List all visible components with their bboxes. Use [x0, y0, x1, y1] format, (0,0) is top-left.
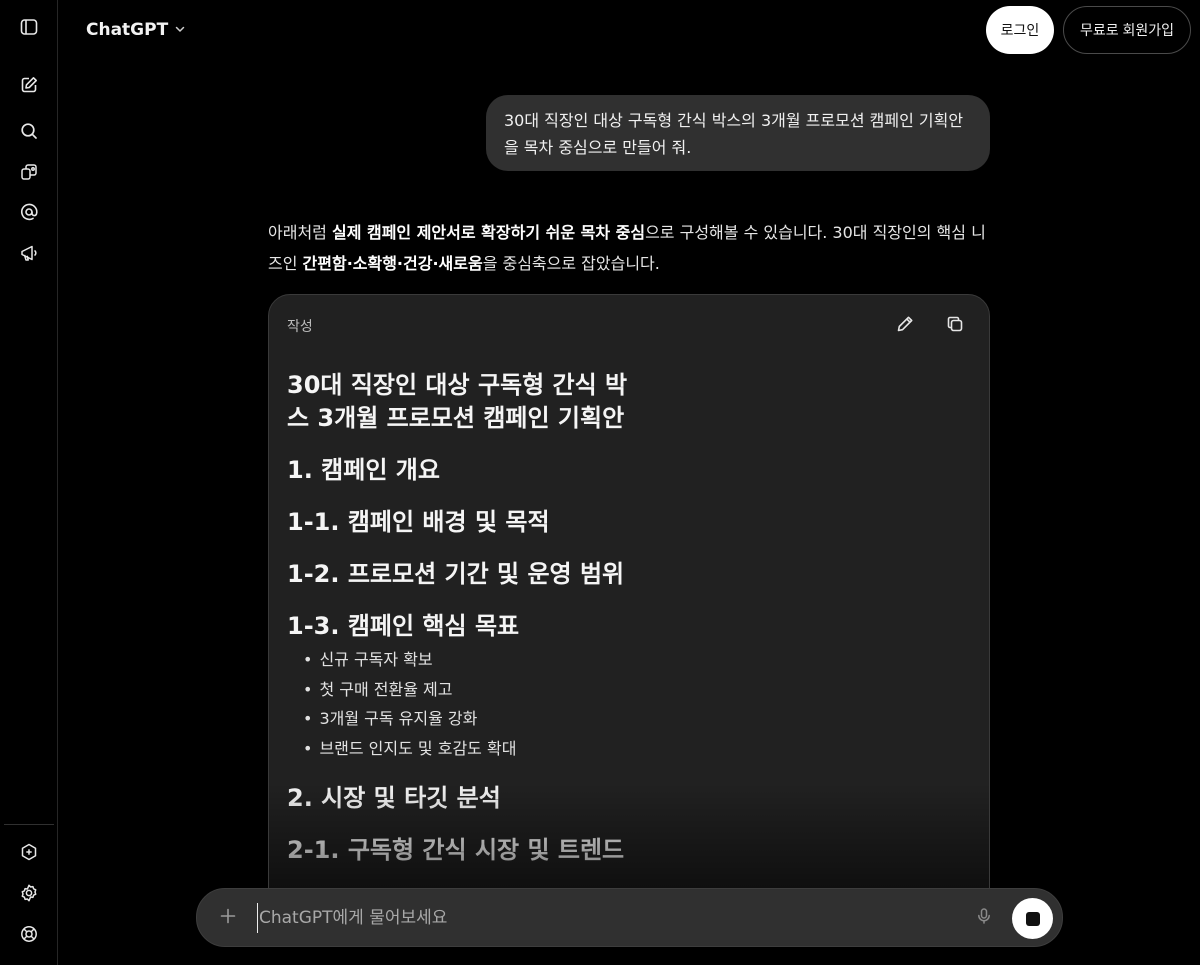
user-message-bubble: 30대 직장인 대상 구독형 간식 박스의 3개월 프로모션 캠페인 기획안을 … [486, 95, 990, 171]
stop-square-icon [1025, 911, 1040, 926]
model-switcher[interactable]: ChatGPT [78, 12, 194, 48]
intro-text-part: 아래처럼 [268, 223, 332, 242]
microphone-icon [975, 907, 993, 929]
attach-button[interactable] [213, 903, 243, 933]
intro-bold-keywords: 간편함·소확행·건강·새로움 [302, 254, 483, 273]
document-title: 30대 직장인 대상 구독형 간식 박스 3개월 프로모션 캠페인 기획안 [287, 371, 628, 432]
section-heading: 1-3. 캠페인 핵심 목표 [287, 612, 520, 640]
section-heading: 1. 캠페인 개요 [287, 456, 440, 484]
library-button[interactable] [9, 154, 49, 194]
at-sign-icon [19, 202, 39, 226]
stop-generating-button[interactable] [1012, 898, 1053, 939]
help-button[interactable] [9, 916, 49, 956]
login-button[interactable]: 로그인 [986, 6, 1054, 54]
intro-text-part: 을 중심축으로 잡았습니다. [482, 254, 660, 273]
settings-button[interactable] [9, 875, 49, 915]
new-chat-button[interactable] [9, 67, 49, 107]
announcements-button[interactable] [9, 235, 49, 275]
intro-bold-phrase: 실제 캠페인 제안서로 확장하기 쉬운 목차 중심 [331, 223, 646, 242]
sidebar-toggle-icon [19, 17, 39, 41]
prompt-input[interactable] [257, 903, 937, 933]
canvas-document-body: 30대 직장인 대상 구독형 간식 박스 3개월 프로모션 캠페인 기획안 1.… [287, 369, 967, 867]
settings-gear-icon [19, 883, 39, 907]
list-item: 브랜드 인지도 및 호감도 확대 [303, 734, 967, 764]
goal-bullet-list: 신규 구독자 확보 첫 구매 전환율 제고 3개월 구독 유지율 강화 브랜드 … [303, 645, 967, 763]
library-icon [19, 162, 39, 186]
chevron-down-icon [174, 20, 186, 40]
copy-icon [945, 314, 965, 338]
section-heading: 2. 시장 및 타깃 분석 [287, 784, 501, 812]
assistant-intro-text: 아래처럼 실제 캠페인 제안서로 확장하기 쉬운 목차 중심으로 구성해볼 수 … [268, 217, 992, 279]
search-icon [19, 121, 39, 145]
plus-icon [219, 907, 237, 929]
app-window: ChatGPT 로그인 무료로 회원가입 30대 직장인 대상 구독형 간식 박… [0, 0, 1200, 965]
sidebar-toggle-button[interactable] [9, 9, 49, 49]
copy-button[interactable] [942, 313, 968, 339]
mentions-button[interactable] [9, 194, 49, 234]
list-item: 첫 구매 전환율 제고 [303, 675, 967, 705]
sidebar-rail [0, 0, 58, 965]
dictate-button[interactable] [969, 903, 999, 933]
help-lifebuoy-icon [19, 924, 39, 948]
list-item: 3개월 구독 유지율 강화 [303, 704, 967, 734]
user-message-text: 30대 직장인 대상 구독형 간식 박스의 3개월 프로모션 캠페인 기획안을 … [504, 111, 964, 157]
section-heading: 1-2. 프로모션 기간 및 운영 범위 [287, 560, 625, 588]
list-item: 신규 구독자 확보 [303, 645, 967, 675]
canvas-document-card[interactable]: 작성 30대 직장인 대상 구독형 간식 박스 3개월 프로모션 캠페인 기획안… [268, 294, 990, 934]
rail-divider [4, 824, 54, 825]
section-heading: 1-1. 캠페인 배경 및 목적 [287, 508, 550, 536]
model-name: ChatGPT [86, 20, 169, 40]
search-chats-button[interactable] [9, 113, 49, 153]
megaphone-icon [19, 243, 39, 267]
message-composer [196, 888, 1063, 947]
signup-button[interactable]: 무료로 회원가입 [1063, 6, 1191, 54]
pencil-icon [895, 314, 915, 338]
upgrade-button[interactable] [9, 834, 49, 874]
plus-hexagon-icon [19, 842, 39, 866]
canvas-label: 작성 [287, 319, 313, 335]
section-heading: 2-1. 구독형 간식 시장 및 트렌드 [287, 836, 625, 864]
edit-button[interactable] [892, 313, 918, 339]
new-chat-icon [19, 75, 39, 99]
